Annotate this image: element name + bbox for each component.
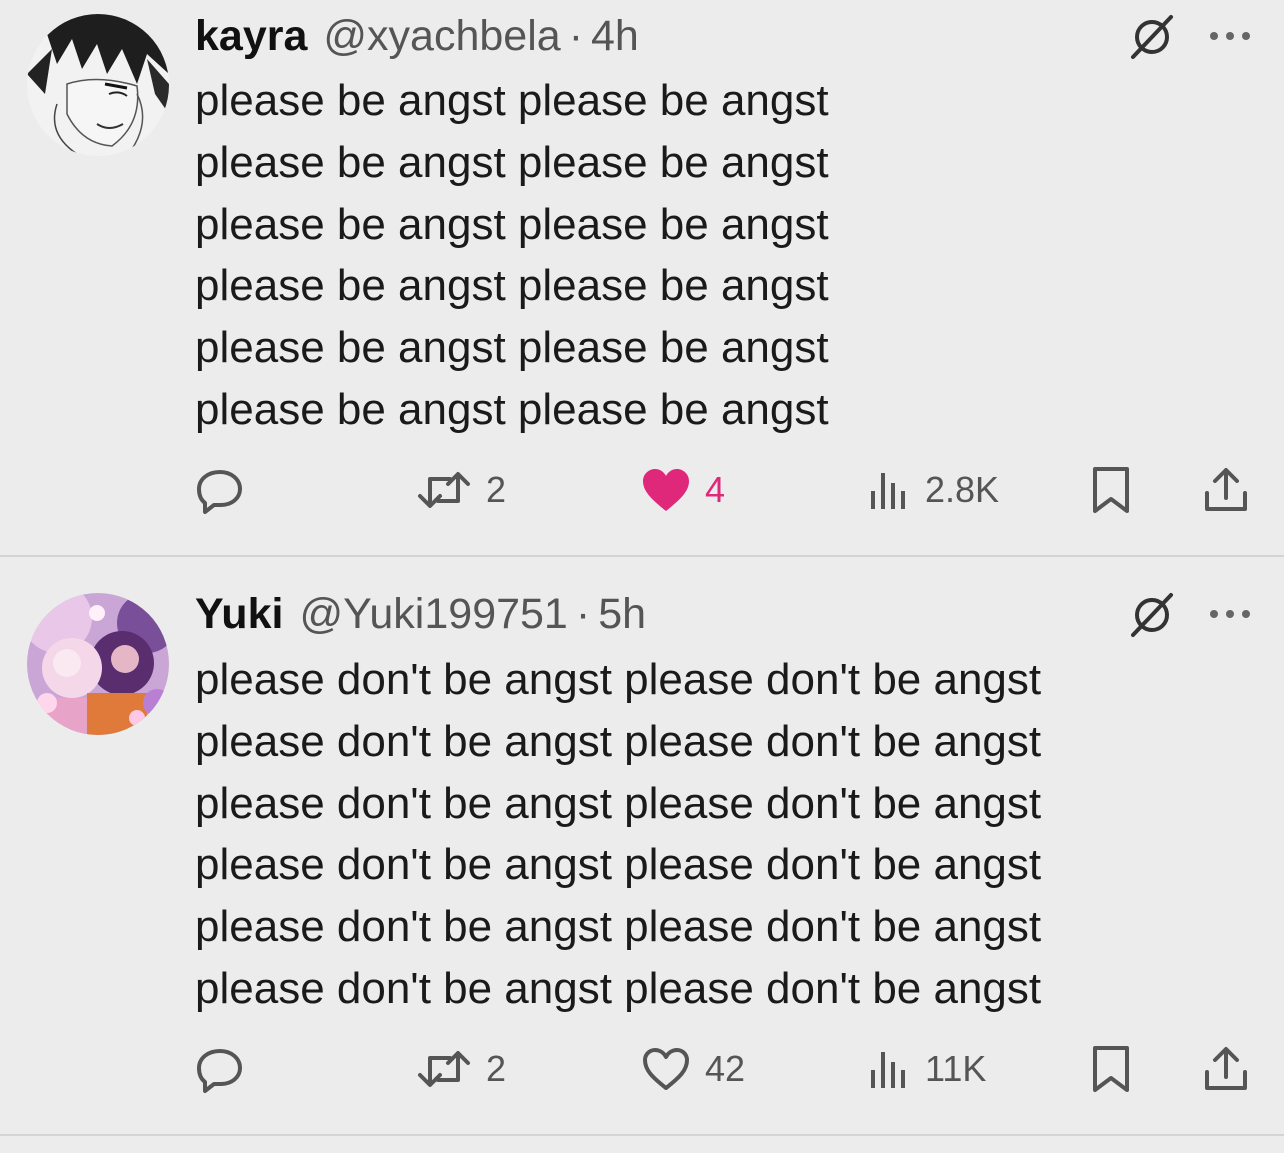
reply-icon xyxy=(197,1049,242,1093)
like-button[interactable]: 42 xyxy=(641,1041,745,1097)
user-handle[interactable]: @xyachbela xyxy=(323,12,560,61)
like-button[interactable]: 4 xyxy=(641,462,725,518)
tweet-text-line: please be angst please be angst xyxy=(195,384,829,434)
share-icon xyxy=(1205,468,1247,511)
tweet[interactable]: kayra @xyachbela · 4h please be angst pl… xyxy=(0,0,1284,556)
share-button[interactable] xyxy=(1202,1041,1250,1097)
tweet-text-line: please don't be angst please don't be an… xyxy=(195,963,1042,1013)
views-count: 11K xyxy=(925,1048,987,1089)
tweet[interactable]: Yuki @Yuki199751 · 5h please don't be an… xyxy=(0,557,1284,1135)
bookmark-button[interactable] xyxy=(1089,1041,1133,1097)
tweet-text-line: please don't be angst please don't be an… xyxy=(195,716,1042,766)
more-icon[interactable] xyxy=(1208,604,1252,624)
heart-icon xyxy=(643,1048,689,1090)
user-handle[interactable]: @Yuki199751 xyxy=(299,590,567,639)
display-name[interactable]: Yuki xyxy=(195,590,283,639)
tweet-text-line: please don't be angst please don't be an… xyxy=(195,902,1042,952)
views-icon xyxy=(871,473,905,509)
share-button[interactable] xyxy=(1202,462,1250,518)
like-count: 42 xyxy=(705,1048,746,1089)
like-count: 4 xyxy=(705,469,726,510)
timestamp[interactable]: 5h xyxy=(598,590,646,639)
tweet-text: please don't be angst please don't be an… xyxy=(195,649,1041,1020)
bookmark-icon xyxy=(1093,467,1129,513)
reply-icon xyxy=(197,470,242,514)
tweet-header: kayra @xyachbela · 4h xyxy=(195,12,639,62)
tweet-text-line: please be angst please be angst xyxy=(195,76,829,125)
heart-icon xyxy=(643,469,689,511)
views-icon xyxy=(871,1052,905,1088)
tweet-text: please be angst please be angst please b… xyxy=(195,70,829,441)
reply-button[interactable] xyxy=(195,1041,245,1097)
divider xyxy=(0,1134,1284,1136)
retweet-button[interactable]: 2 xyxy=(416,462,506,518)
views-button[interactable]: 2.8K xyxy=(867,462,999,518)
tweet-text-line: please be angst please be angst xyxy=(195,323,829,373)
tweet-actions: 2 4 2.8K xyxy=(0,462,1284,518)
tweet-text-line: please don't be angst please don't be an… xyxy=(195,840,1042,890)
retweet-count: 2 xyxy=(486,1048,507,1089)
timestamp[interactable]: 4h xyxy=(591,12,639,61)
retweet-icon xyxy=(418,1051,470,1087)
bookmark-icon xyxy=(1093,1046,1129,1092)
tweet-actions: 2 42 11K xyxy=(0,1041,1284,1097)
tweet-text-line: please be angst please be angst xyxy=(195,137,829,187)
reply-button[interactable] xyxy=(195,462,245,518)
tweet-header: Yuki @Yuki199751 · 5h xyxy=(195,590,646,640)
grok-icon[interactable] xyxy=(1128,591,1176,639)
tweet-text-line: please don't be angst please don't be an… xyxy=(195,655,1042,704)
retweet-button[interactable]: 2 xyxy=(416,1041,506,1097)
tweet-text-line: please don't be angst please don't be an… xyxy=(195,778,1042,828)
more-icon[interactable] xyxy=(1208,26,1252,46)
retweet-count: 2 xyxy=(486,469,507,510)
share-icon xyxy=(1205,1047,1247,1090)
views-button[interactable]: 11K xyxy=(867,1041,986,1097)
bookmark-button[interactable] xyxy=(1089,462,1133,518)
retweet-icon xyxy=(418,472,470,508)
separator-dot: · xyxy=(575,590,591,638)
avatar[interactable] xyxy=(27,593,169,735)
separator-dot: · xyxy=(568,12,584,60)
tweet-text-line: please be angst please be angst xyxy=(195,199,829,249)
tweet-text-line: please be angst please be angst xyxy=(195,261,829,311)
display-name[interactable]: kayra xyxy=(195,12,307,61)
avatar[interactable] xyxy=(27,14,169,156)
grok-icon[interactable] xyxy=(1128,13,1176,61)
views-count: 2.8K xyxy=(925,469,1000,510)
